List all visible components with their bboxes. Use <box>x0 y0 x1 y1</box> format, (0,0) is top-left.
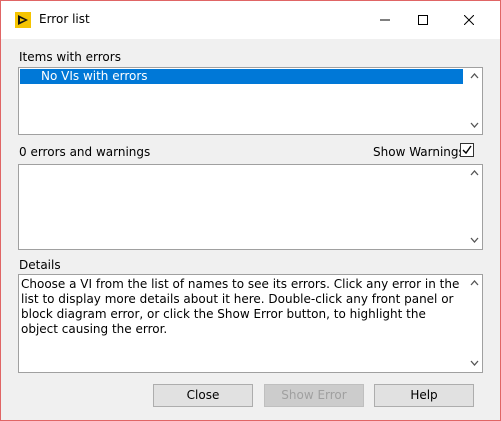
details-label: Details <box>19 258 61 272</box>
scroll-up-icon[interactable] <box>470 170 479 176</box>
title-bar: Error list <box>1 1 500 39</box>
details-scrollbar[interactable] <box>467 275 482 372</box>
errors-scrollbar[interactable] <box>467 165 482 249</box>
errors-count-label: 0 errors and warnings <box>19 145 151 159</box>
scroll-up-icon[interactable] <box>470 280 479 286</box>
items-list[interactable]: No VIs with errors <box>18 67 483 135</box>
show-warnings-label[interactable]: Show Warnings <box>373 145 465 159</box>
minimize-icon <box>380 19 390 21</box>
maximize-icon <box>418 15 428 25</box>
scroll-down-icon[interactable] <box>470 237 479 243</box>
maximize-button[interactable] <box>400 1 446 39</box>
items-scrollbar[interactable] <box>467 68 482 134</box>
scroll-up-icon[interactable] <box>470 73 479 79</box>
scroll-down-icon[interactable] <box>470 360 479 366</box>
close-icon <box>464 15 474 25</box>
show-error-button: Show Error <box>264 384 364 407</box>
window-title: Error list <box>39 12 90 26</box>
details-panel: Choose a VI from the list of names to se… <box>18 274 483 373</box>
checkmark-icon <box>462 145 472 155</box>
scroll-down-icon[interactable] <box>470 122 479 128</box>
labview-warning-icon <box>15 12 31 28</box>
show-warnings-checkbox[interactable] <box>460 143 474 157</box>
items-with-errors-label: Items with errors <box>19 50 121 64</box>
help-button[interactable]: Help <box>374 384 474 407</box>
close-button[interactable]: Close <box>153 384 253 407</box>
errors-list[interactable] <box>18 164 483 250</box>
list-item-label: No VIs with errors <box>41 69 148 83</box>
error-list-window: Error list Items with errors No VIs with… <box>0 0 501 421</box>
details-text: Choose a VI from the list of names to se… <box>21 277 460 336</box>
close-window-button[interactable] <box>446 1 492 39</box>
list-item[interactable]: No VIs with errors <box>20 69 463 84</box>
